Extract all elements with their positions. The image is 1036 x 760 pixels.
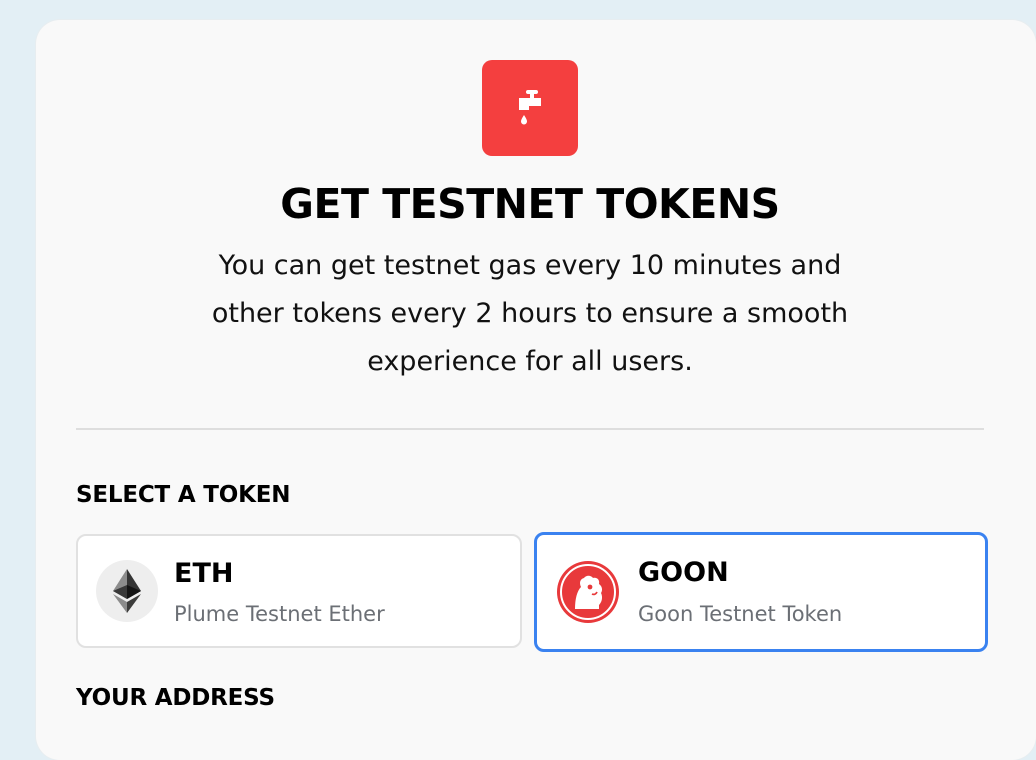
divider <box>76 428 984 430</box>
faucet-card: GET TESTNET TOKENS You can get testnet g… <box>36 20 1036 760</box>
faucet-icon <box>519 90 541 125</box>
token-symbol: ETH <box>174 558 234 589</box>
token-option-eth[interactable]: ETH Plume Testnet Ether <box>76 534 522 648</box>
page-description: You can get testnet gas every 10 minutes… <box>211 250 849 377</box>
page-title: GET TESTNET TOKENS <box>280 180 780 228</box>
token-name: Goon Testnet Token <box>638 602 843 626</box>
token-name: Plume Testnet Ether <box>174 602 385 626</box>
ethereum-icon <box>96 560 158 622</box>
select-token-label: SELECT A TOKEN <box>76 482 291 508</box>
goon-icon <box>557 561 619 623</box>
your-address-label: YOUR ADDRESS <box>76 685 275 711</box>
faucet-badge <box>482 60 578 156</box>
token-option-goon[interactable]: GOON Goon Testnet Token <box>534 532 988 652</box>
token-symbol: GOON <box>638 557 729 588</box>
